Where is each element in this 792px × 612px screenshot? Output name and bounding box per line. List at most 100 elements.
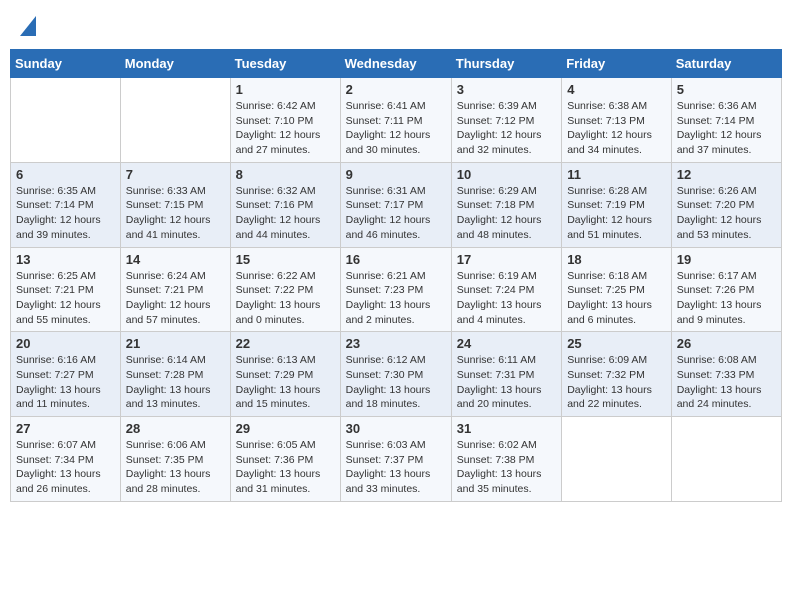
header-day-thursday: Thursday (451, 50, 561, 78)
calendar-cell: 7 Sunrise: 6:33 AM Sunset: 7:15 PM Daylig… (120, 162, 230, 247)
calendar-week-row: 6 Sunrise: 6:35 AM Sunset: 7:14 PM Daylig… (11, 162, 782, 247)
day-number: 21 (126, 336, 225, 351)
calendar-cell: 22 Sunrise: 6:13 AM Sunset: 7:29 PM Dayli… (230, 332, 340, 417)
day-info: Sunrise: 6:36 AM Sunset: 7:14 PM Dayligh… (677, 99, 776, 158)
calendar-cell: 31 Sunrise: 6:02 AM Sunset: 7:38 PM Dayli… (451, 417, 561, 502)
day-number: 31 (457, 421, 556, 436)
day-info: Sunrise: 6:19 AM Sunset: 7:24 PM Dayligh… (457, 269, 556, 328)
calendar-table: SundayMondayTuesdayWednesdayThursdayFrid… (10, 49, 782, 502)
header-day-friday: Friday (562, 50, 672, 78)
day-info: Sunrise: 6:21 AM Sunset: 7:23 PM Dayligh… (346, 269, 446, 328)
header-day-wednesday: Wednesday (340, 50, 451, 78)
calendar-cell: 14 Sunrise: 6:24 AM Sunset: 7:21 PM Dayli… (120, 247, 230, 332)
day-number: 20 (16, 336, 115, 351)
calendar-cell (671, 417, 781, 502)
day-number: 28 (126, 421, 225, 436)
calendar-cell: 16 Sunrise: 6:21 AM Sunset: 7:23 PM Dayli… (340, 247, 451, 332)
day-info: Sunrise: 6:22 AM Sunset: 7:22 PM Dayligh… (236, 269, 335, 328)
calendar-cell: 6 Sunrise: 6:35 AM Sunset: 7:14 PM Daylig… (11, 162, 121, 247)
calendar-cell: 24 Sunrise: 6:11 AM Sunset: 7:31 PM Dayli… (451, 332, 561, 417)
day-info: Sunrise: 6:32 AM Sunset: 7:16 PM Dayligh… (236, 184, 335, 243)
day-number: 15 (236, 252, 335, 267)
calendar-week-row: 13Sunrise: 6:25 AM Sunset: 7:21 PM Dayli… (11, 247, 782, 332)
calendar-cell: 18 Sunrise: 6:18 AM Sunset: 7:25 PM Dayli… (562, 247, 672, 332)
day-number: 22 (236, 336, 335, 351)
day-number: 27 (16, 421, 115, 436)
day-number: 16 (346, 252, 446, 267)
calendar-cell: 29Sunrise: 6:05 AM Sunset: 7:36 PM Dayli… (230, 417, 340, 502)
calendar-cell: 13Sunrise: 6:25 AM Sunset: 7:21 PM Dayli… (11, 247, 121, 332)
day-info: Sunrise: 6:35 AM Sunset: 7:14 PM Dayligh… (16, 184, 115, 243)
calendar-cell: 8 Sunrise: 6:32 AM Sunset: 7:16 PM Daylig… (230, 162, 340, 247)
header-day-monday: Monday (120, 50, 230, 78)
logo-triangle-icon (20, 16, 36, 41)
day-number: 18 (567, 252, 666, 267)
day-info: Sunrise: 6:18 AM Sunset: 7:25 PM Dayligh… (567, 269, 666, 328)
header-day-tuesday: Tuesday (230, 50, 340, 78)
day-info: Sunrise: 6:41 AM Sunset: 7:11 PM Dayligh… (346, 99, 446, 158)
calendar-cell: 25Sunrise: 6:09 AM Sunset: 7:32 PM Dayli… (562, 332, 672, 417)
day-info: Sunrise: 6:24 AM Sunset: 7:21 PM Dayligh… (126, 269, 225, 328)
day-number: 14 (126, 252, 225, 267)
day-info: Sunrise: 6:31 AM Sunset: 7:17 PM Dayligh… (346, 184, 446, 243)
day-info: Sunrise: 6:33 AM Sunset: 7:15 PM Dayligh… (126, 184, 225, 243)
day-number: 11 (567, 167, 666, 182)
day-info: Sunrise: 6:11 AM Sunset: 7:31 PM Dayligh… (457, 353, 556, 412)
day-number: 4 (567, 82, 666, 97)
day-number: 23 (346, 336, 446, 351)
day-number: 5 (677, 82, 776, 97)
calendar-week-row: 27 Sunrise: 6:07 AM Sunset: 7:34 PM Dayli… (11, 417, 782, 502)
day-number: 2 (346, 82, 446, 97)
day-info: Sunrise: 6:26 AM Sunset: 7:20 PM Dayligh… (677, 184, 776, 243)
calendar-cell (120, 78, 230, 163)
day-info: Sunrise: 6:39 AM Sunset: 7:12 PM Dayligh… (457, 99, 556, 158)
calendar-cell: 19Sunrise: 6:17 AM Sunset: 7:26 PM Dayli… (671, 247, 781, 332)
day-number: 26 (677, 336, 776, 351)
calendar-cell (562, 417, 672, 502)
calendar-cell: 11 Sunrise: 6:28 AM Sunset: 7:19 PM Dayli… (562, 162, 672, 247)
calendar-cell: 23 Sunrise: 6:12 AM Sunset: 7:30 PM Dayli… (340, 332, 451, 417)
logo (18, 16, 36, 41)
day-info: Sunrise: 6:29 AM Sunset: 7:18 PM Dayligh… (457, 184, 556, 243)
calendar-cell: 5 Sunrise: 6:36 AM Sunset: 7:14 PM Daylig… (671, 78, 781, 163)
day-info: Sunrise: 6:12 AM Sunset: 7:30 PM Dayligh… (346, 353, 446, 412)
day-info: Sunrise: 6:07 AM Sunset: 7:34 PM Dayligh… (16, 438, 115, 497)
day-number: 29 (236, 421, 335, 436)
day-number: 8 (236, 167, 335, 182)
day-number: 19 (677, 252, 776, 267)
calendar-cell: 1 Sunrise: 6:42 AM Sunset: 7:10 PM Daylig… (230, 78, 340, 163)
calendar-cell: 20 Sunrise: 6:16 AM Sunset: 7:27 PM Dayli… (11, 332, 121, 417)
day-number: 17 (457, 252, 556, 267)
day-info: Sunrise: 6:28 AM Sunset: 7:19 PM Dayligh… (567, 184, 666, 243)
day-number: 1 (236, 82, 335, 97)
day-number: 7 (126, 167, 225, 182)
header-day-sunday: Sunday (11, 50, 121, 78)
calendar-cell: 12Sunrise: 6:26 AM Sunset: 7:20 PM Dayli… (671, 162, 781, 247)
calendar-cell: 30Sunrise: 6:03 AM Sunset: 7:37 PM Dayli… (340, 417, 451, 502)
calendar-header-row: SundayMondayTuesdayWednesdayThursdayFrid… (11, 50, 782, 78)
day-number: 3 (457, 82, 556, 97)
calendar-cell: 21Sunrise: 6:14 AM Sunset: 7:28 PM Dayli… (120, 332, 230, 417)
header-day-saturday: Saturday (671, 50, 781, 78)
day-info: Sunrise: 6:42 AM Sunset: 7:10 PM Dayligh… (236, 99, 335, 158)
header (10, 10, 782, 41)
calendar-cell: 26Sunrise: 6:08 AM Sunset: 7:33 PM Dayli… (671, 332, 781, 417)
calendar-cell: 27 Sunrise: 6:07 AM Sunset: 7:34 PM Dayli… (11, 417, 121, 502)
calendar-cell: 10 Sunrise: 6:29 AM Sunset: 7:18 PM Dayli… (451, 162, 561, 247)
day-info: Sunrise: 6:02 AM Sunset: 7:38 PM Dayligh… (457, 438, 556, 497)
day-info: Sunrise: 6:03 AM Sunset: 7:37 PM Dayligh… (346, 438, 446, 497)
calendar-week-row: 1 Sunrise: 6:42 AM Sunset: 7:10 PM Daylig… (11, 78, 782, 163)
day-number: 6 (16, 167, 115, 182)
day-number: 10 (457, 167, 556, 182)
calendar-cell: 17 Sunrise: 6:19 AM Sunset: 7:24 PM Dayli… (451, 247, 561, 332)
day-number: 9 (346, 167, 446, 182)
calendar-cell: 28 Sunrise: 6:06 AM Sunset: 7:35 PM Dayli… (120, 417, 230, 502)
day-info: Sunrise: 6:13 AM Sunset: 7:29 PM Dayligh… (236, 353, 335, 412)
day-info: Sunrise: 6:06 AM Sunset: 7:35 PM Dayligh… (126, 438, 225, 497)
day-number: 13 (16, 252, 115, 267)
calendar-cell: 4Sunrise: 6:38 AM Sunset: 7:13 PM Daylig… (562, 78, 672, 163)
calendar-cell: 9 Sunrise: 6:31 AM Sunset: 7:17 PM Daylig… (340, 162, 451, 247)
day-number: 24 (457, 336, 556, 351)
calendar-cell: 2 Sunrise: 6:41 AM Sunset: 7:11 PM Daylig… (340, 78, 451, 163)
day-info: Sunrise: 6:16 AM Sunset: 7:27 PM Dayligh… (16, 353, 115, 412)
